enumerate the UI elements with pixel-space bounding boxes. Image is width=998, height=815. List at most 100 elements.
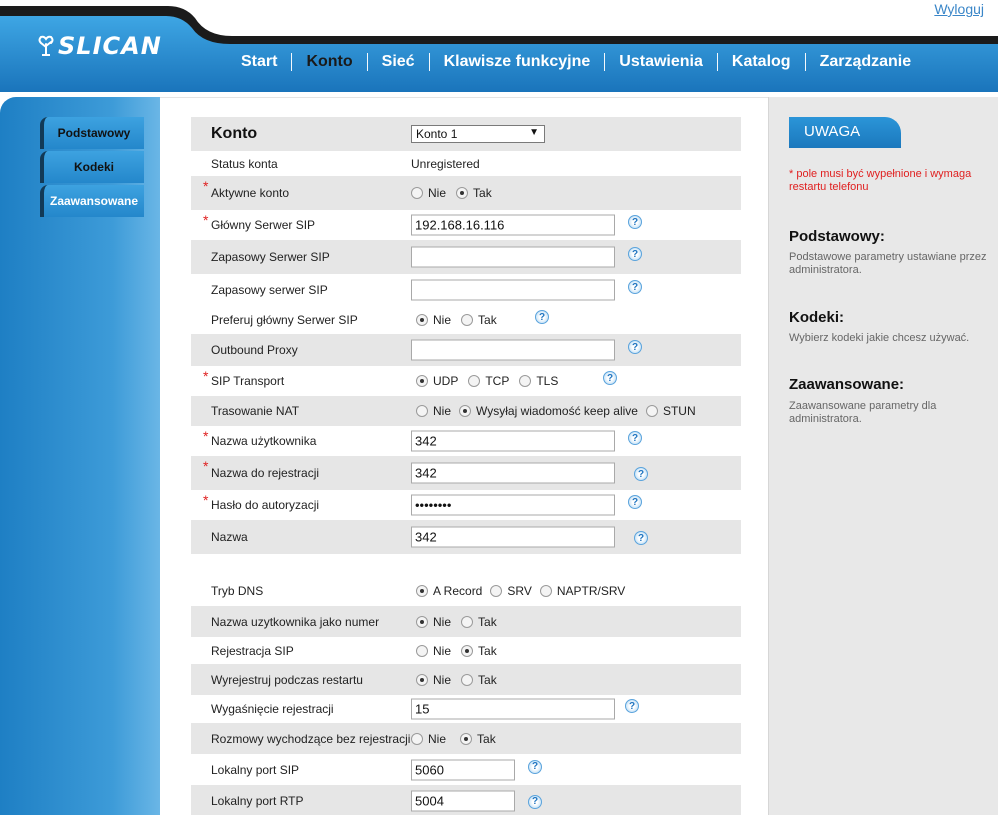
local-sip-port-label: Lokalny port SIP [211,762,300,777]
radio-dot [416,375,428,387]
nat-keepalive-radio[interactable]: Wysyłaj wiadomość keep alive [459,404,638,418]
radio-dot [460,732,473,745]
unregister-restart-label: Wyrejestruj podczas restartu [211,672,363,687]
radio-label: Tak [473,186,492,200]
help-icon[interactable]: ? [628,340,642,354]
local-sip-port-input[interactable]: 5060 [411,759,515,780]
unregister-yes-radio[interactable]: Tak [461,673,497,687]
username-input[interactable]: 342 [411,430,615,452]
local-rtp-port-input[interactable]: 5004 [411,790,515,811]
main-sip-input[interactable]: 192.168.16.116 [411,214,615,236]
expiry-input[interactable]: 15 [411,698,615,720]
sip-registration-yes-radio[interactable]: Tak [461,644,497,658]
nav-ustawienia[interactable]: Ustawienia [605,52,717,72]
page: Wyloguj SLICAN Start Konto Sieć Klawisze… [0,0,998,815]
row-expiry: Wygaśnięcie rejestracji 15 ? [191,695,741,723]
user-as-number-yes-radio[interactable]: Tak [461,615,497,629]
dns-srv-radio[interactable]: SRV [490,584,532,598]
outbound-input[interactable] [411,339,615,361]
nat-no-radio[interactable]: Nie [416,404,451,418]
nav-klawisze[interactable]: Klawisze funkcyjne [430,52,605,72]
transport-label: SIP Transport [211,374,285,388]
account-select[interactable]: Konto 1 ▼ [411,125,545,143]
backup-sip2-label: Zapasowy serwer SIP [211,283,328,297]
help-icon[interactable]: ? [628,280,642,294]
sidebar: Podstawowy Kodeki Zaawansowane [0,97,160,815]
row-account: Konto Konto 1 ▼ [191,117,741,151]
sip-registration-no-radio[interactable]: Nie [416,644,451,658]
account-title: Konto [211,125,258,142]
nav-siec[interactable]: Sieć [368,52,429,72]
active-no-radio[interactable]: Nie [411,186,446,200]
dns-arecord-radio[interactable]: A Record [416,584,482,598]
help-icon[interactable]: ? [625,699,639,713]
nav-zarzadzanie[interactable]: Zarządzanie [806,52,926,72]
required-marker: * [203,368,209,384]
row-local-rtp-port: Lokalny port RTP 5004 ? [191,785,741,815]
row-outbound: Outbound Proxy ? [191,334,741,366]
prefer-yes-radio[interactable]: Tak [461,313,497,327]
sidebar-item-podstawowy[interactable]: Podstawowy [40,117,144,149]
radio-dot [539,585,552,597]
radio-label: Wysyłaj wiadomość keep alive [476,404,638,418]
sidebar-item-kodeki[interactable]: Kodeki [40,151,144,183]
help-icon[interactable]: ? [535,310,549,324]
outgoing-yes-radio[interactable]: Tak [460,732,496,746]
row-status: Status konta Unregistered [191,151,741,176]
local-rtp-port-label: Lokalny port RTP [211,793,304,808]
help-icon[interactable]: ? [528,759,542,774]
prefer-no-radio[interactable]: Nie [416,313,451,327]
radio-dot [461,644,474,657]
nav-separator [428,53,430,71]
radio-label: STUN [662,404,696,418]
radio-dot [416,644,428,657]
nat-stun-radio[interactable]: STUN [645,404,696,418]
active-yes-radio[interactable]: Tak [456,186,492,200]
nav-katalog[interactable]: Katalog [718,52,805,72]
radio-dot [459,405,472,417]
help-icon[interactable]: ? [634,531,648,545]
main-content: Konto Konto 1 ▼ Status konta Unregistered… [160,97,768,815]
backup-sip2-input[interactable] [411,279,615,301]
radio-label: SRV [507,584,532,598]
logout-link[interactable]: Wyloguj [934,1,984,17]
password-input[interactable]: •••••••• [411,494,615,516]
row-local-sip-port: Lokalny port SIP 5060 ? [191,754,741,785]
radio-label: Tak [478,313,497,327]
radio-label: Tak [478,643,497,658]
name-input[interactable]: 342 [411,526,615,548]
row-transport: * SIP Transport UDP TCP TLS ? [191,366,741,396]
register-name-input[interactable]: 342 [411,462,615,484]
transport-tls-radio[interactable]: TLS [519,374,558,388]
nav-konto[interactable]: Konto [292,52,366,72]
nav-start[interactable]: Start [227,52,291,72]
transport-tcp-radio[interactable]: TCP [468,374,509,388]
help-icon[interactable]: ? [628,495,642,509]
backup-sip-label: Zapasowy Serwer SIP [211,250,330,264]
sidebar-item-zaawansowane[interactable]: Zaawansowane [40,185,144,217]
expiry-label: Wygaśnięcie rejestracji [211,702,334,716]
help-icon[interactable]: ? [628,215,642,229]
transport-udp-radio[interactable]: UDP [416,374,458,388]
radio-dot [416,585,428,597]
unregister-no-radio[interactable]: Nie [416,673,451,687]
backup-sip-input[interactable] [411,246,615,268]
radio-label: Nie [428,731,447,746]
sip-registration-label: Rejestracja SIP [211,643,294,658]
dns-naptr-radio[interactable]: NAPTR/SRV [539,584,625,598]
radio-label: Nie [433,614,452,629]
radio-dot [519,375,532,387]
password-label: Hasło do autoryzacji [211,498,320,512]
help-icon[interactable]: ? [628,247,642,261]
row-nat: Trasowanie NAT Nie Wysyłaj wiadomość kee… [191,396,741,426]
help-icon[interactable]: ? [628,431,642,445]
username-label: Nazwa użytkownika [211,434,317,448]
user-as-number-no-radio[interactable]: Nie [416,615,451,629]
radio-dot [411,187,423,199]
help-icon[interactable]: ? [634,467,648,481]
logo: SLICAN [36,32,162,60]
help-icon[interactable]: ? [603,371,617,385]
outgoing-no-radio[interactable]: Nie [411,732,446,746]
radio-dot [416,314,428,326]
help-icon[interactable]: ? [528,794,542,809]
